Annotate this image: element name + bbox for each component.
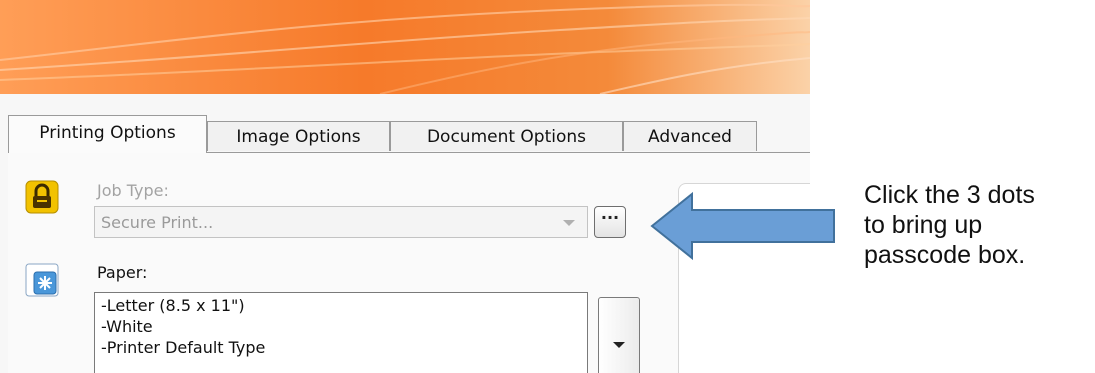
paper-size-line: -Letter (8.5 x 11") xyxy=(101,296,245,315)
paper-label: Paper: xyxy=(97,263,148,282)
chevron-down-icon xyxy=(563,220,575,226)
paper-dropdown-button[interactable] xyxy=(598,297,640,373)
job-type-select[interactable]: Secure Print... xyxy=(94,206,588,238)
header-banner xyxy=(0,0,810,94)
print-dialog-screenshot: Printing Options Image Options Document … xyxy=(0,0,810,373)
lock-icon xyxy=(25,180,59,214)
instruction-line: passcode box. xyxy=(864,241,1026,269)
job-type-label: Job Type: xyxy=(97,181,169,200)
tab-advanced[interactable]: Advanced xyxy=(623,121,757,151)
instruction-note: Click the 3 dots to bring up passcode bo… xyxy=(864,180,1089,270)
paper-summary-box: -Letter (8.5 x 11") -White -Printer Defa… xyxy=(94,292,588,373)
job-type-more-button[interactable]: ··· xyxy=(594,206,626,238)
tab-printing-options[interactable]: Printing Options xyxy=(8,115,207,153)
job-type-value: Secure Print... xyxy=(101,213,214,232)
instruction-line: Click the 3 dots xyxy=(864,181,1035,209)
left-arrow-icon xyxy=(650,191,835,261)
paper-type-line: -Printer Default Type xyxy=(101,338,266,357)
chevron-down-icon xyxy=(613,342,625,348)
tab-image-options[interactable]: Image Options xyxy=(207,121,390,151)
paper-settings-icon xyxy=(25,263,59,297)
tab-document-options[interactable]: Document Options xyxy=(390,121,623,151)
paper-color-line: -White xyxy=(101,317,153,336)
instruction-line: to bring up xyxy=(864,211,983,239)
